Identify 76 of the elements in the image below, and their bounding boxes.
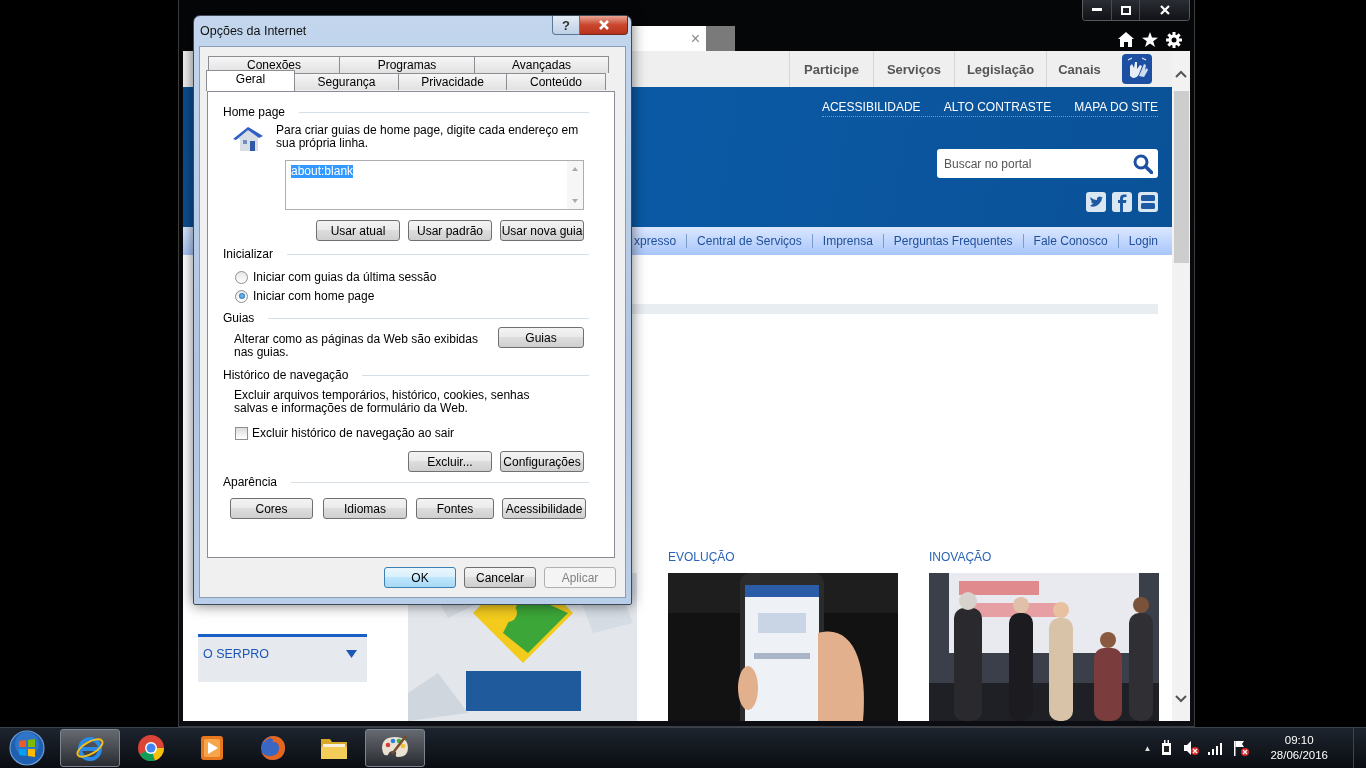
nav-link[interactable]: Central de Serviços [686, 234, 812, 248]
maximize-button[interactable] [1111, 0, 1139, 20]
header-link[interactable]: MAPA DO SITE [1074, 100, 1158, 114]
nav-link[interactable]: Perguntas Frequentes [882, 234, 1023, 248]
description-text: Excluir arquivos temporários, histórico, cookies, senhas salvas e informações de formulário da Web. [234, 389, 531, 415]
section-title: INOVAÇÃO [929, 550, 993, 565]
button[interactable]: Excluir... [408, 451, 492, 472]
button[interactable]: OK [384, 567, 456, 588]
flag-icon[interactable] [1233, 740, 1250, 756]
star-icon[interactable] [1142, 32, 1158, 47]
header-link[interactable]: ALTO CONTRASTE [943, 100, 1052, 114]
volume-muted-icon[interactable] [1183, 740, 1200, 756]
button[interactable]: Guias [498, 327, 584, 348]
close-icon [1159, 5, 1170, 15]
scrollbar-thumb[interactable] [1173, 91, 1189, 263]
chevron-down-icon[interactable] [1175, 695, 1187, 703]
button[interactable]: Usar padrão [408, 220, 492, 241]
close-button[interactable] [1139, 0, 1189, 20]
taskbar-button[interactable] [365, 729, 425, 767]
taskbar-button[interactable] [60, 729, 120, 767]
button[interactable]: Cancelar [464, 567, 536, 588]
window-title: Opções da Internet [200, 24, 307, 38]
home-icon[interactable] [1118, 32, 1134, 47]
group-heading: Home page [223, 105, 286, 119]
button[interactable]: Usar nova guia [500, 220, 584, 241]
scrollbar[interactable] [1172, 51, 1190, 721]
show-hidden-icons-button[interactable]: ▲ [1143, 743, 1152, 753]
play-icon[interactable] [199, 734, 225, 762]
button[interactable]: Idiomas [323, 498, 407, 519]
checkbox[interactable]: Excluir histórico de navegação ao sair [235, 425, 614, 441]
radio-button[interactable]: Iniciar com guias da última sessão [235, 269, 614, 285]
tab[interactable]: Segurança [294, 73, 399, 90]
tab[interactable]: Programas [339, 56, 475, 73]
hands-icon[interactable] [1122, 54, 1152, 84]
browser-tab[interactable]: × [630, 26, 706, 51]
minimize-icon [1092, 8, 1102, 12]
caret-icon[interactable] [346, 650, 357, 658]
group-heading: Histórico de navegação [223, 368, 349, 382]
tab[interactable]: Conteúdo [506, 73, 606, 90]
twitter-icon[interactable] [1086, 192, 1106, 212]
windows-logo-icon [9, 730, 45, 766]
tab[interactable]: Privacidade [398, 73, 507, 90]
settings-icon[interactable] [1166, 32, 1182, 48]
button[interactable]: Fontes [416, 498, 494, 519]
button[interactable]: Usar atual [316, 220, 400, 241]
clock[interactable]: 09:10 28/06/2016 [1270, 733, 1328, 763]
section-title: EVOLUÇÃO [668, 550, 736, 565]
help-button[interactable]: ? [552, 16, 580, 35]
nav-link[interactable]: Login [1117, 234, 1158, 248]
close-button[interactable] [580, 16, 628, 35]
tab[interactable]: Geral [206, 70, 295, 91]
nav-link[interactable]: Fale Conosco [1022, 234, 1118, 248]
youtube-icon[interactable] [1138, 192, 1158, 212]
firefox-icon[interactable] [259, 734, 287, 762]
button[interactable]: Configurações [500, 451, 584, 472]
button[interactable]: Acessibilidade [502, 498, 586, 519]
nav-link[interactable]: Imprensa [811, 234, 883, 248]
chrome-icon[interactable] [137, 734, 165, 762]
close-icon [597, 20, 610, 30]
minimize-button[interactable] [1083, 0, 1111, 20]
group-heading: Aparência [223, 475, 278, 489]
group-heading: Guias [223, 311, 255, 325]
tab[interactable]: Avançadas [474, 56, 609, 73]
radio-button[interactable]: Iniciar com home page [235, 288, 614, 304]
header-link[interactable]: ACESSIBILIDADE [821, 100, 921, 114]
chevron-up-icon[interactable] [1175, 70, 1187, 78]
group-heading: Inicializar [223, 247, 273, 261]
facebook-icon[interactable] [1112, 192, 1132, 212]
start-button[interactable] [7, 729, 47, 767]
maximize-icon [1120, 5, 1131, 15]
signal-icon[interactable] [1208, 741, 1225, 755]
search-field[interactable]: Buscar no portal [937, 149, 1158, 178]
button[interactable]: Cores [230, 498, 313, 519]
description-text: Alterar como as páginas da Web são exibidas nas guias. [234, 333, 479, 359]
description-text: Para criar guias de home page, digite cada endereço em sua própria linha. [276, 124, 580, 152]
sidebar-menu[interactable]: O SERPRO [198, 634, 367, 682]
